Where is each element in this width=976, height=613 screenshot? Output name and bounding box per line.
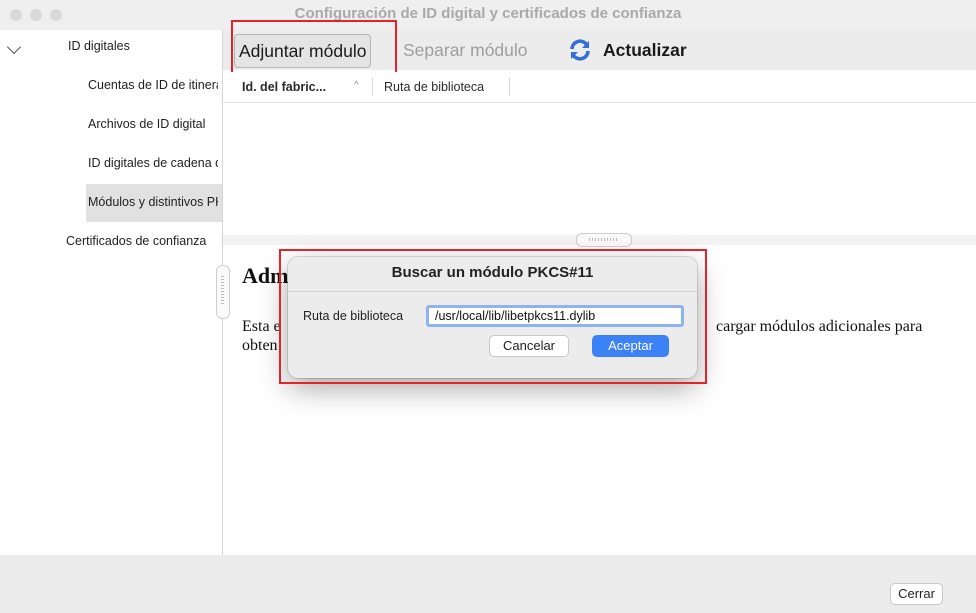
content-paragraph-line2-start: obten xyxy=(242,337,278,354)
window-title: Configuración de ID digital y certificad… xyxy=(294,5,682,22)
column-divider xyxy=(372,78,373,96)
column-divider xyxy=(509,78,510,96)
sidebar-group-digital-ids[interactable]: ID digitales xyxy=(68,39,218,53)
footer-bar xyxy=(0,555,976,613)
refresh-icon[interactable] xyxy=(568,38,592,62)
content-paragraph-line1-end: cargar módulos adicionales para xyxy=(716,318,923,335)
sidebar-resize-handle[interactable] xyxy=(216,265,230,319)
sidebar xyxy=(0,30,222,555)
sidebar-item-trusted-certificates[interactable]: Certificados de confianza xyxy=(66,234,218,248)
close-button[interactable]: Cerrar xyxy=(890,583,943,605)
detach-module-button[interactable]: Separar módulo xyxy=(397,34,534,66)
sidebar-item-keychain-ids[interactable]: ID digitales de cadena de claves xyxy=(88,156,218,170)
sidebar-item-pkcs11-modules[interactable]: Módulos y distintivos PKCS#11 xyxy=(88,195,218,209)
highlight-box-attach xyxy=(231,20,397,78)
content-paragraph-line1-start: Esta e xyxy=(242,318,281,335)
column-header-manufacturer-id[interactable]: Id. del fabric... xyxy=(242,80,326,94)
sidebar-item-roaming-ids[interactable]: Cuentas de ID de itinerancia xyxy=(88,78,218,92)
pane-resize-handle[interactable] xyxy=(576,233,632,247)
table-header xyxy=(223,72,976,103)
sidebar-item-id-files[interactable]: Archivos de ID digital xyxy=(88,117,218,131)
column-header-library-path[interactable]: Ruta de biblioteca xyxy=(384,80,484,94)
refresh-button[interactable]: Actualizar xyxy=(597,34,693,66)
highlight-box-dialog xyxy=(279,249,707,384)
sort-ascending-icon: ^ xyxy=(354,80,359,91)
